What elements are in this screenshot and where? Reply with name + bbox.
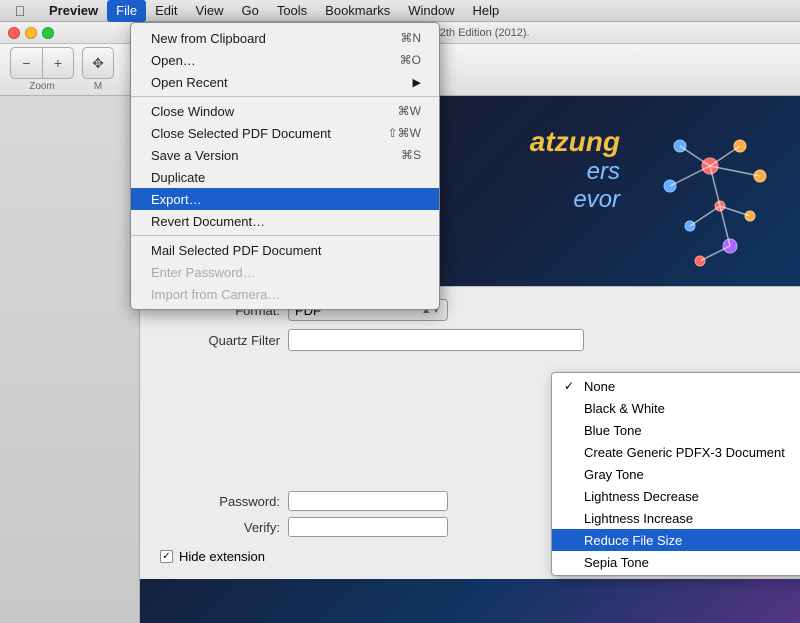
zoom-label: Zoom xyxy=(29,81,55,92)
hide-ext-checkbox[interactable]: ✓ xyxy=(160,550,173,563)
menu-label-open: Open… xyxy=(151,53,196,68)
dropdown-item-blue[interactable]: Blue Tone xyxy=(552,419,800,441)
zoom-in-icon: + xyxy=(54,55,62,71)
menu-item-enter-password: Enter Password… xyxy=(131,261,439,283)
minimize-button[interactable] xyxy=(25,27,37,39)
dropdown-label-reduce: Reduce File Size xyxy=(584,533,682,548)
move-button[interactable]: ✥ xyxy=(82,47,114,79)
zoom-in-button[interactable]: + xyxy=(42,47,74,79)
verify-label: Verify: xyxy=(160,520,280,535)
menu-shortcut-close-pdf: ⇧⌘W xyxy=(388,126,421,140)
menu-bookmarks[interactable]: Bookmarks xyxy=(316,0,399,22)
check-icon: ✓ xyxy=(564,379,580,393)
file-menu: New from Clipboard ⌘N Open… ⌘O Open Rece… xyxy=(130,22,440,310)
menu-edit[interactable]: Edit xyxy=(146,0,186,22)
menu-item-revert[interactable]: Revert Document… xyxy=(131,210,439,232)
quartz-row: Quartz Filter ✓ None Black & White Blue … xyxy=(160,329,780,351)
dropdown-label-lightinc: Lightness Increase xyxy=(584,511,693,526)
dropdown-item-lightinc[interactable]: Lightness Increase xyxy=(552,507,800,529)
menu-item-new-clipboard[interactable]: New from Clipboard ⌘N xyxy=(131,27,439,49)
menu-bar:  Preview File Edit View Go Tools Bookma… xyxy=(0,0,800,22)
dropdown-item-reduce[interactable]: Reduce File Size xyxy=(552,529,800,551)
menu-go[interactable]: Go xyxy=(232,0,267,22)
menu-label-import-camera: Import from Camera… xyxy=(151,287,280,302)
menu-label-mail-pdf: Mail Selected PDF Document xyxy=(151,243,322,258)
menu-item-import-camera: Import from Camera… xyxy=(131,283,439,305)
move-group: ✥ M xyxy=(82,47,114,92)
zoom-out-button[interactable]: − xyxy=(10,47,42,79)
menu-label-revert: Revert Document… xyxy=(151,214,265,229)
menu-sep-2 xyxy=(131,235,439,236)
menu-shortcut-open: ⌘O xyxy=(400,53,421,67)
maximize-button[interactable] xyxy=(42,27,54,39)
menu-help[interactable]: Help xyxy=(463,0,508,22)
sidebar xyxy=(0,96,140,623)
menu-item-close-pdf[interactable]: Close Selected PDF Document ⇧⌘W xyxy=(131,122,439,144)
export-panel: Format: PDF ▲▼ Quartz Filter ✓ None Blac… xyxy=(140,286,800,579)
password-label: Password: xyxy=(160,494,280,509)
dropdown-item-pdfx[interactable]: Create Generic PDFX-3 Document xyxy=(552,441,800,463)
menu-window[interactable]: Window xyxy=(399,0,463,22)
move-icon: ✥ xyxy=(92,55,104,72)
menu-view[interactable]: View xyxy=(187,0,233,22)
menu-item-mail-pdf[interactable]: Mail Selected PDF Document xyxy=(131,239,439,261)
zoom-group: − + Zoom xyxy=(10,47,74,92)
menu-file[interactable]: File xyxy=(107,0,146,22)
menu-item-save-version[interactable]: Save a Version ⌘S xyxy=(131,144,439,166)
menu-shortcut-new-clipboard: ⌘N xyxy=(400,31,421,45)
menu-label-duplicate: Duplicate xyxy=(151,170,205,185)
menu-shortcut-save-version: ⌘S xyxy=(401,148,421,162)
menu-item-export[interactable]: Export… xyxy=(131,188,439,210)
menu-item-close-window[interactable]: Close Window ⌘W xyxy=(131,100,439,122)
menu-sep-1 xyxy=(131,96,439,97)
hide-ext-row: ✓ Hide extension xyxy=(160,549,265,564)
hide-ext-label: Hide extension xyxy=(179,549,265,564)
quartz-field[interactable]: ✓ None Black & White Blue Tone Create Ge… xyxy=(288,329,584,351)
menu-label-new-clipboard: New from Clipboard xyxy=(151,31,266,46)
dropdown-item-bw[interactable]: Black & White xyxy=(552,397,800,419)
zoom-out-icon: − xyxy=(22,55,30,71)
dropdown-label-lightdec: Lightness Decrease xyxy=(584,489,699,504)
menu-shortcut-close-window: ⌘W xyxy=(398,104,421,118)
menu-item-open-recent[interactable]: Open Recent ▶ xyxy=(131,71,439,93)
doc-line1: atzung xyxy=(530,126,620,158)
dropdown-label-sepia: Sepia Tone xyxy=(584,555,649,570)
password-input[interactable] xyxy=(288,491,448,511)
menu-label-export: Export… xyxy=(151,192,202,207)
submenu-arrow-icon: ▶ xyxy=(413,76,421,89)
menu-item-duplicate[interactable]: Duplicate xyxy=(131,166,439,188)
dropdown-label-blue: Blue Tone xyxy=(584,423,642,438)
dropdown-label-gray: Gray Tone xyxy=(584,467,644,482)
quartz-label: Quartz Filter xyxy=(160,333,280,348)
quartz-dropdown: ✓ None Black & White Blue Tone Create Ge… xyxy=(551,372,800,576)
menu-tools[interactable]: Tools xyxy=(268,0,316,22)
apple-menu[interactable]:  xyxy=(0,3,40,19)
molecule-decoration xyxy=(630,106,790,306)
dropdown-label-pdfx: Create Generic PDFX-3 Document xyxy=(584,445,785,460)
app-window:  Preview File Edit View Go Tools Bookma… xyxy=(0,0,800,579)
dropdown-item-lightdec[interactable]: Lightness Decrease xyxy=(552,485,800,507)
dropdown-label-bw: Black & White xyxy=(584,401,665,416)
dropdown-item-gray[interactable]: Gray Tone xyxy=(552,463,800,485)
doc-title: atzung ers evor xyxy=(530,126,620,214)
menu-label-close-window: Close Window xyxy=(151,104,234,119)
dropdown-item-none[interactable]: ✓ None xyxy=(552,375,800,397)
dropdown-item-sepia[interactable]: Sepia Tone xyxy=(552,551,800,573)
menu-item-open[interactable]: Open… ⌘O xyxy=(131,49,439,71)
menu-label-enter-password: Enter Password… xyxy=(151,265,256,280)
menu-preview[interactable]: Preview xyxy=(40,0,107,22)
close-button[interactable] xyxy=(8,27,20,39)
menu-label-open-recent: Open Recent xyxy=(151,75,228,90)
menu-label-close-pdf: Close Selected PDF Document xyxy=(151,126,331,141)
menu-label-save-version: Save a Version xyxy=(151,148,238,163)
verify-input[interactable] xyxy=(288,517,448,537)
doc-line3: evor xyxy=(530,186,620,214)
traffic-lights xyxy=(8,27,54,39)
dropdown-label-none: None xyxy=(584,379,615,394)
doc-line2: ers xyxy=(530,158,620,186)
move-label: M xyxy=(94,81,102,92)
